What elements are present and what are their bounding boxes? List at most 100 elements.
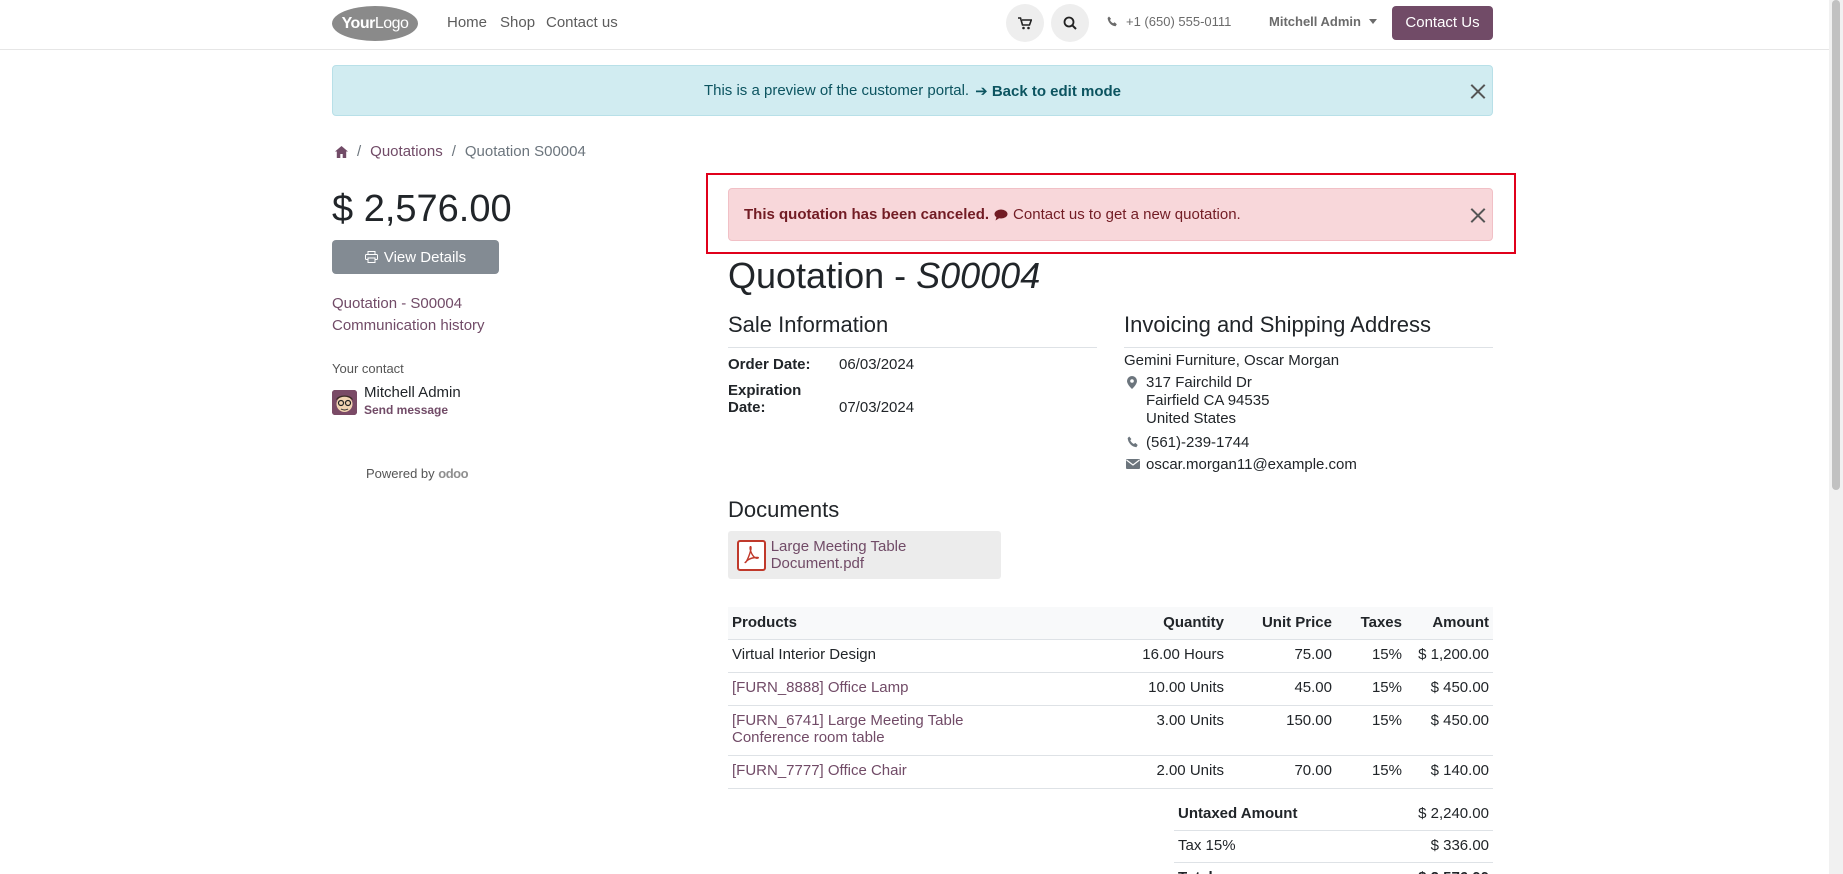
breadcrumb-current: Quotation S00004 [464, 143, 586, 160]
company-logo[interactable]: YourLogo [332, 6, 418, 41]
address-heading: Invoicing and Shipping Address [1124, 312, 1493, 348]
header-phone-text: +1 (650) 555-0111 [1126, 14, 1232, 29]
customer-name: Gemini Furniture, Oscar Morgan [1124, 352, 1340, 369]
user-name: Mitchell Admin [1269, 14, 1361, 29]
view-details-label: View Details [383, 248, 467, 266]
order-date-label: Order Date: [728, 356, 811, 373]
canceled-alert: This quotation has been canceled. Contac… [728, 188, 1493, 241]
header-phone[interactable]: +1 (650) 555-0111 [1107, 14, 1231, 29]
pdf-icon [737, 539, 766, 571]
tax-label: Tax 15% [1174, 830, 1372, 863]
back-to-edit-label: Back to edit mode [991, 82, 1122, 100]
table-row: [FURN_7777] Office Chair 2.00 Units 70.0… [728, 755, 1493, 789]
breadcrumb-quotations[interactable]: Quotations [370, 143, 443, 160]
view-details-button[interactable]: View Details [332, 240, 499, 274]
sale-information-heading: Sale Information [728, 312, 1097, 348]
col-quantity: Quantity [1108, 607, 1228, 640]
search-button[interactable] [1051, 4, 1089, 42]
product-link[interactable]: [FURN_7777] Office Chair [732, 762, 907, 779]
logo-text-2: Logo [374, 15, 409, 32]
preview-banner: This is a preview of the customer portal… [332, 65, 1493, 116]
product-amount: $ 450.00 [1406, 672, 1493, 706]
total-label: Total [1174, 862, 1372, 874]
total-amount: $ 2,576.00 [332, 188, 512, 230]
sidebar-link-communication-history[interactable]: Communication history [332, 317, 485, 334]
address-country: United States [1146, 410, 1237, 427]
tax-value: $ 336.00 [1371, 830, 1493, 863]
product-tax: 15% [1336, 639, 1406, 673]
nav-shop[interactable]: Shop [500, 14, 535, 31]
odoo-logo[interactable]: odoo [438, 466, 468, 481]
product-quantity: 2.00 Units [1108, 755, 1228, 789]
totals-table: Untaxed Amount $ 2,240.00 Tax 15% $ 336.… [1174, 799, 1493, 874]
user-menu[interactable]: Mitchell Admin [1269, 14, 1377, 29]
product-unit-price: 45.00 [1228, 672, 1336, 706]
document-attachment[interactable]: Large Meeting Table Document.pdf [728, 531, 1001, 579]
envelope-icon [1126, 459, 1140, 469]
tax-row: Tax 15% $ 336.00 [1174, 830, 1493, 863]
map-marker-icon [1127, 376, 1137, 389]
untaxed-label: Untaxed Amount [1174, 799, 1372, 831]
arrow-right-icon: ➔ [975, 82, 992, 100]
send-message-link[interactable]: Send message [364, 403, 448, 417]
address-city: Fairfield CA 94535 [1146, 392, 1270, 409]
breadcrumb-separator: / [357, 143, 362, 160]
address-street: 317 Fairchild Dr [1146, 374, 1252, 391]
table-header-row: Products Quantity Unit Price Taxes Amoun… [728, 607, 1493, 640]
col-taxes: Taxes [1336, 607, 1406, 640]
product-tax: 15% [1336, 705, 1406, 756]
page-scrollbar[interactable] [1829, 0, 1843, 874]
canceled-alert-bold: This quotation has been canceled. [744, 206, 990, 223]
product-quantity: 10.00 Units [1108, 672, 1228, 706]
contact-name: Mitchell Admin [364, 384, 461, 401]
contact-us-link[interactable]: Contact us to get a new quotation. [1013, 206, 1241, 223]
product-amount: $ 450.00 [1406, 705, 1493, 756]
comment-icon [994, 209, 1008, 220]
document-filename: Large Meeting Table Document.pdf [770, 538, 907, 572]
product-unit-price: 150.00 [1228, 705, 1336, 756]
your-contact-label: Your contact [332, 361, 404, 376]
powered-by-text: Powered by [366, 466, 435, 481]
product-amount: $ 140.00 [1406, 755, 1493, 789]
search-icon [1063, 16, 1077, 30]
chevron-down-icon [1368, 19, 1377, 24]
breadcrumb: / Quotations / Quotation S00004 [335, 143, 586, 160]
product-unit-price: 70.00 [1228, 755, 1336, 789]
breadcrumb-separator: / [451, 143, 456, 160]
product-quantity: 3.00 Units [1108, 705, 1228, 756]
print-icon [364, 251, 378, 263]
total-value: $ 2,576.00 [1371, 862, 1493, 874]
powered-by: Powered by odoo [366, 466, 469, 481]
nav-contact-us[interactable]: Contact us [546, 14, 618, 31]
product-description: Conference room table [732, 728, 885, 746]
customer-email: oscar.morgan11@example.com [1146, 456, 1357, 473]
nav-home[interactable]: Home [447, 14, 487, 31]
untaxed-value: $ 2,240.00 [1371, 799, 1493, 831]
order-date-value: 06/03/2024 [839, 356, 915, 373]
table-row: Virtual Interior Design 16.00 Hours 75.0… [728, 639, 1493, 673]
expiration-date-value: 07/03/2024 [839, 399, 915, 416]
title-number: S00004 [916, 255, 1041, 296]
close-preview-icon[interactable] [1470, 83, 1486, 99]
contact-us-button[interactable]: Contact Us [1392, 6, 1493, 40]
untaxed-row: Untaxed Amount $ 2,240.00 [1174, 799, 1493, 831]
cart-button[interactable] [1006, 4, 1044, 42]
sidebar-link-quotation[interactable]: Quotation - S00004 [332, 295, 462, 312]
preview-text: This is a preview of the customer portal… [703, 82, 970, 99]
scrollbar-thumb[interactable] [1832, 0, 1840, 490]
cart-icon [1018, 16, 1032, 29]
product-amount: $ 1,200.00 [1406, 639, 1493, 673]
documents-heading: Documents [728, 497, 840, 522]
order-date-row: Order Date: 06/03/2024 [728, 356, 914, 373]
total-row: Total $ 2,576.00 [1174, 862, 1493, 874]
product-link[interactable]: [FURN_6741] Large Meeting Table [732, 712, 964, 729]
phone-icon [1107, 16, 1117, 27]
close-alert-icon[interactable] [1470, 207, 1486, 223]
col-unit-price: Unit Price [1228, 607, 1336, 640]
product-name: Virtual Interior Design [732, 645, 876, 663]
home-icon[interactable] [335, 145, 348, 158]
page-title: Quotation - S00004 [728, 255, 1040, 297]
product-link[interactable]: [FURN_8888] Office Lamp [732, 679, 908, 696]
product-unit-price: 75.00 [1228, 639, 1336, 673]
back-to-edit-link[interactable]: ➔ Back to edit mode [975, 82, 1121, 100]
